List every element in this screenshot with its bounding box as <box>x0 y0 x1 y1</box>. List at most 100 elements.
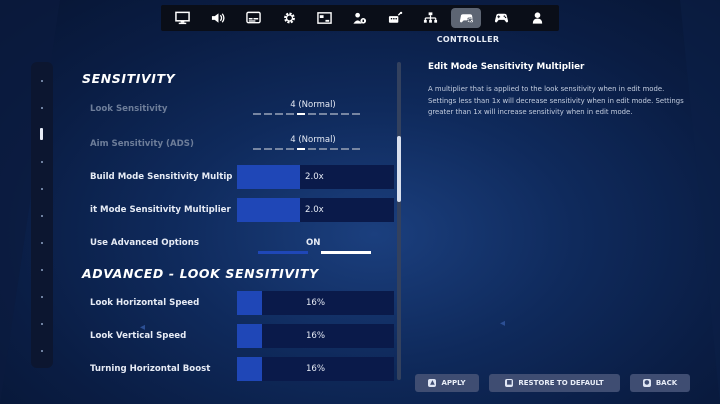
decor-arrow-icon: ◂ <box>500 318 506 329</box>
slider[interactable]: 2.0x <box>237 165 394 189</box>
rail-dot[interactable] <box>41 161 43 163</box>
speaker-icon <box>211 13 225 23</box>
setting-turning-horizontal-boost[interactable]: Turning Horizontal Boost 16% <box>82 357 394 381</box>
rail-dot[interactable] <box>41 188 43 190</box>
gear-icon <box>283 12 295 24</box>
rail-dot[interactable] <box>41 80 43 82</box>
setting-description-panel: Edit Mode Sensitivity Multiplier A multi… <box>428 62 690 119</box>
tab-accessibility[interactable] <box>239 8 269 28</box>
rail-dot[interactable] <box>41 323 43 325</box>
slider[interactable]: 16% <box>237 324 394 348</box>
slider-value: 16% <box>305 331 326 341</box>
tab-controller[interactable] <box>451 8 482 28</box>
input-icon <box>388 11 403 23</box>
stepper-tick <box>297 148 305 150</box>
setting-label: Use Advanced Options <box>90 238 199 248</box>
scrollbar-thumb[interactable] <box>397 136 401 202</box>
rail-dot[interactable] <box>41 215 43 217</box>
stepper-tick <box>253 113 261 115</box>
subtitles-icon <box>246 11 261 24</box>
monitor-icon <box>175 11 191 25</box>
slider[interactable]: 16% <box>237 291 394 315</box>
restore-default-button[interactable]: ■ RESTORE TO DEFAULT <box>489 374 620 392</box>
setting-build-mode-multiplier[interactable]: Build Mode Sensitivity Multip 2.0x <box>82 165 394 189</box>
tab-video[interactable] <box>168 8 198 28</box>
rail-dot[interactable] <box>41 269 43 271</box>
category-scroller[interactable] <box>31 62 53 368</box>
apply-label: APPLY <box>441 379 466 387</box>
settings-scrollbar[interactable] <box>397 62 401 380</box>
hud-icon <box>317 12 332 24</box>
gamepad-icon <box>495 13 509 23</box>
stepper-ticks <box>253 113 360 116</box>
slider[interactable]: 16% <box>237 357 394 381</box>
rail-dot[interactable] <box>41 296 43 298</box>
stepper-tick <box>275 113 283 115</box>
stepper-tick <box>341 148 349 150</box>
stepper-tick <box>352 113 360 115</box>
tab-audio[interactable] <box>203 8 233 28</box>
stepper-ticks <box>253 148 360 151</box>
setting-edit-mode-multiplier[interactable]: it Mode Sensitivity Multiplier 2.0x <box>82 198 394 222</box>
setting-look-horizontal-speed[interactable]: Look Horizontal Speed 16% <box>82 291 394 315</box>
back-button[interactable]: ● BACK <box>630 374 690 392</box>
setting-advanced-options[interactable]: Use Advanced Options ON <box>82 232 394 256</box>
key-prompt-icon: ▲ <box>428 379 437 387</box>
stepper-tick <box>297 113 305 115</box>
stepper-tick <box>286 148 294 150</box>
setting-look-vertical-speed[interactable]: Look Vertical Speed 16% <box>82 324 394 348</box>
key-prompt-icon: ● <box>642 379 651 387</box>
tab-account[interactable] <box>416 8 446 28</box>
section-title-sensitivity: SENSITIVITY <box>82 71 176 86</box>
setting-label: Aim Sensitivity (ADS) <box>90 139 194 149</box>
parental-lock-icon <box>353 12 367 24</box>
restore-label: RESTORE TO DEFAULT <box>518 379 604 387</box>
settings-tab-bar <box>161 5 559 31</box>
controller-settings-icon <box>459 14 473 23</box>
tab-game[interactable] <box>274 8 304 28</box>
stepper-tick <box>330 148 338 150</box>
rail-dot[interactable] <box>41 350 43 352</box>
section-title-advanced: ADVANCED - LOOK SENSITIVITY <box>82 266 319 281</box>
slider-value: 16% <box>305 298 326 308</box>
tab-parental[interactable] <box>345 8 375 28</box>
key-prompt-icon: ■ <box>505 379 514 387</box>
settings-list: SENSITIVITY Look Sensitivity 4 (Normal) … <box>82 62 400 382</box>
back-label: BACK <box>655 379 678 387</box>
apply-button[interactable]: ▲ APPLY <box>415 374 479 392</box>
rail-dot[interactable] <box>41 242 43 244</box>
slider-value: 2.0x <box>305 172 324 182</box>
setting-label: Look Sensitivity <box>90 104 168 114</box>
tab-profile[interactable] <box>522 8 552 28</box>
toggle-on-segment[interactable] <box>321 251 371 254</box>
description-title: Edit Mode Sensitivity Multiplier <box>428 62 585 72</box>
slider-value: 16% <box>305 364 326 374</box>
stepper-tick <box>341 113 349 115</box>
setting-label: Turning Horizontal Boost <box>90 364 211 374</box>
tab-gamepad[interactable] <box>487 8 517 28</box>
network-icon <box>424 12 438 23</box>
stepper-tick <box>308 113 316 115</box>
account-icon <box>532 12 542 24</box>
setting-label: it Mode Sensitivity Multiplier <box>90 205 231 215</box>
stepper-tick <box>286 113 294 115</box>
setting-aim-sensitivity[interactable]: Aim Sensitivity (ADS) 4 (Normal) <box>82 132 394 156</box>
setting-label: Look Horizontal Speed <box>90 298 200 308</box>
description-body: A multiplier that is applied to the look… <box>428 85 684 116</box>
stepper-tick <box>319 148 327 150</box>
slider[interactable]: 2.0x <box>237 198 394 222</box>
setting-value: 4 (Normal) <box>290 135 336 145</box>
tab-input[interactable] <box>380 8 410 28</box>
toggle-off-segment[interactable] <box>258 251 308 254</box>
setting-value: 4 (Normal) <box>290 100 336 110</box>
toggle-value: ON <box>306 238 321 248</box>
stepper-tick <box>319 113 327 115</box>
active-tab-caption: CONTROLLER <box>436 35 500 44</box>
setting-label: Build Mode Sensitivity Multip <box>90 172 233 182</box>
rail-dot[interactable] <box>41 107 43 109</box>
setting-look-sensitivity[interactable]: Look Sensitivity 4 (Normal) <box>82 97 394 121</box>
background-shape-right <box>680 0 720 404</box>
stepper-tick <box>330 113 338 115</box>
tab-hud[interactable] <box>310 8 340 28</box>
stepper-tick <box>253 148 261 150</box>
